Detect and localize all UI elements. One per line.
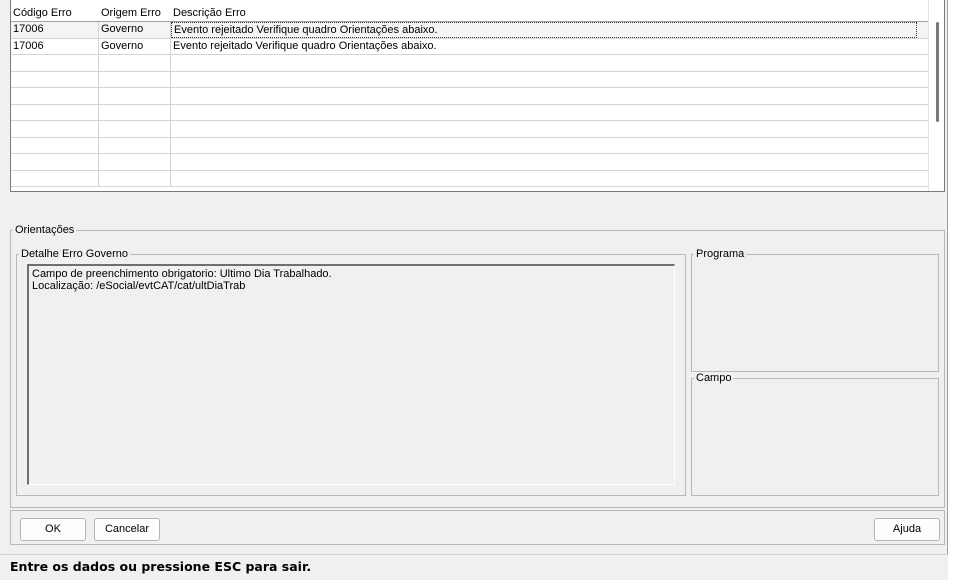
table-row[interactable]: [11, 154, 930, 171]
row-origin: Governo: [99, 22, 171, 38]
programa-legend: Programa: [696, 248, 745, 260]
column-header-code[interactable]: Código Erro: [11, 6, 99, 20]
grid-body: 17006 Governo Evento rejeitado Verifique…: [11, 21, 930, 187]
table-row[interactable]: 17006 Governo Evento rejeitado Verifique…: [11, 22, 930, 39]
detalhe-line-1: Campo de preenchimento obrigatorio: Ulti…: [32, 268, 332, 280]
row-origin: Governo: [99, 38, 171, 54]
detalhe-erro-legend: Detalhe Erro Governo: [21, 248, 128, 260]
table-row[interactable]: [11, 71, 930, 88]
help-button[interactable]: Ajuda: [874, 518, 940, 541]
column-header-origin[interactable]: Origem Erro: [99, 6, 171, 20]
column-header-description[interactable]: Descrição Erro: [171, 6, 917, 20]
scrollbar-thumb[interactable]: [936, 22, 939, 122]
row-description: Evento rejeitado Verifique quadro Orient…: [173, 39, 437, 52]
grid-vertical-scrollbar[interactable]: [928, 0, 944, 191]
row-code: 17006: [11, 38, 99, 54]
detalhe-erro-textarea[interactable]: Campo de preenchimento obrigatorio: Ulti…: [27, 264, 675, 485]
ok-button[interactable]: OK: [20, 518, 86, 541]
table-row[interactable]: [11, 88, 930, 105]
detalhe-line-2: Localização: /eSocial/evtCAT/cat/ultDiaT…: [32, 280, 246, 292]
row-description: Evento rejeitado Verifique quadro Orient…: [171, 22, 917, 38]
programa-group: Programa: [691, 248, 939, 372]
table-row[interactable]: 17006 Governo Evento rejeitado Verifique…: [11, 38, 930, 55]
row-code: 17006: [11, 22, 99, 38]
grid-header: Código Erro Origem Erro Descrição Erro: [11, 6, 917, 20]
dialog-window: Código Erro Origem Erro Descrição Erro 1…: [0, 0, 948, 580]
table-row[interactable]: [11, 137, 930, 154]
table-row[interactable]: [11, 104, 930, 121]
cancel-button[interactable]: Cancelar: [94, 518, 160, 541]
status-bar: Entre os dados ou pressione ESC para sai…: [0, 554, 948, 580]
orientacoes-legend: Orientações: [15, 224, 75, 236]
error-grid[interactable]: Código Erro Origem Erro Descrição Erro 1…: [10, 0, 945, 192]
table-row[interactable]: [11, 121, 930, 138]
table-row[interactable]: [11, 55, 930, 72]
campo-legend: Campo: [696, 372, 732, 384]
campo-group: Campo: [691, 372, 939, 496]
table-row[interactable]: [11, 170, 930, 187]
